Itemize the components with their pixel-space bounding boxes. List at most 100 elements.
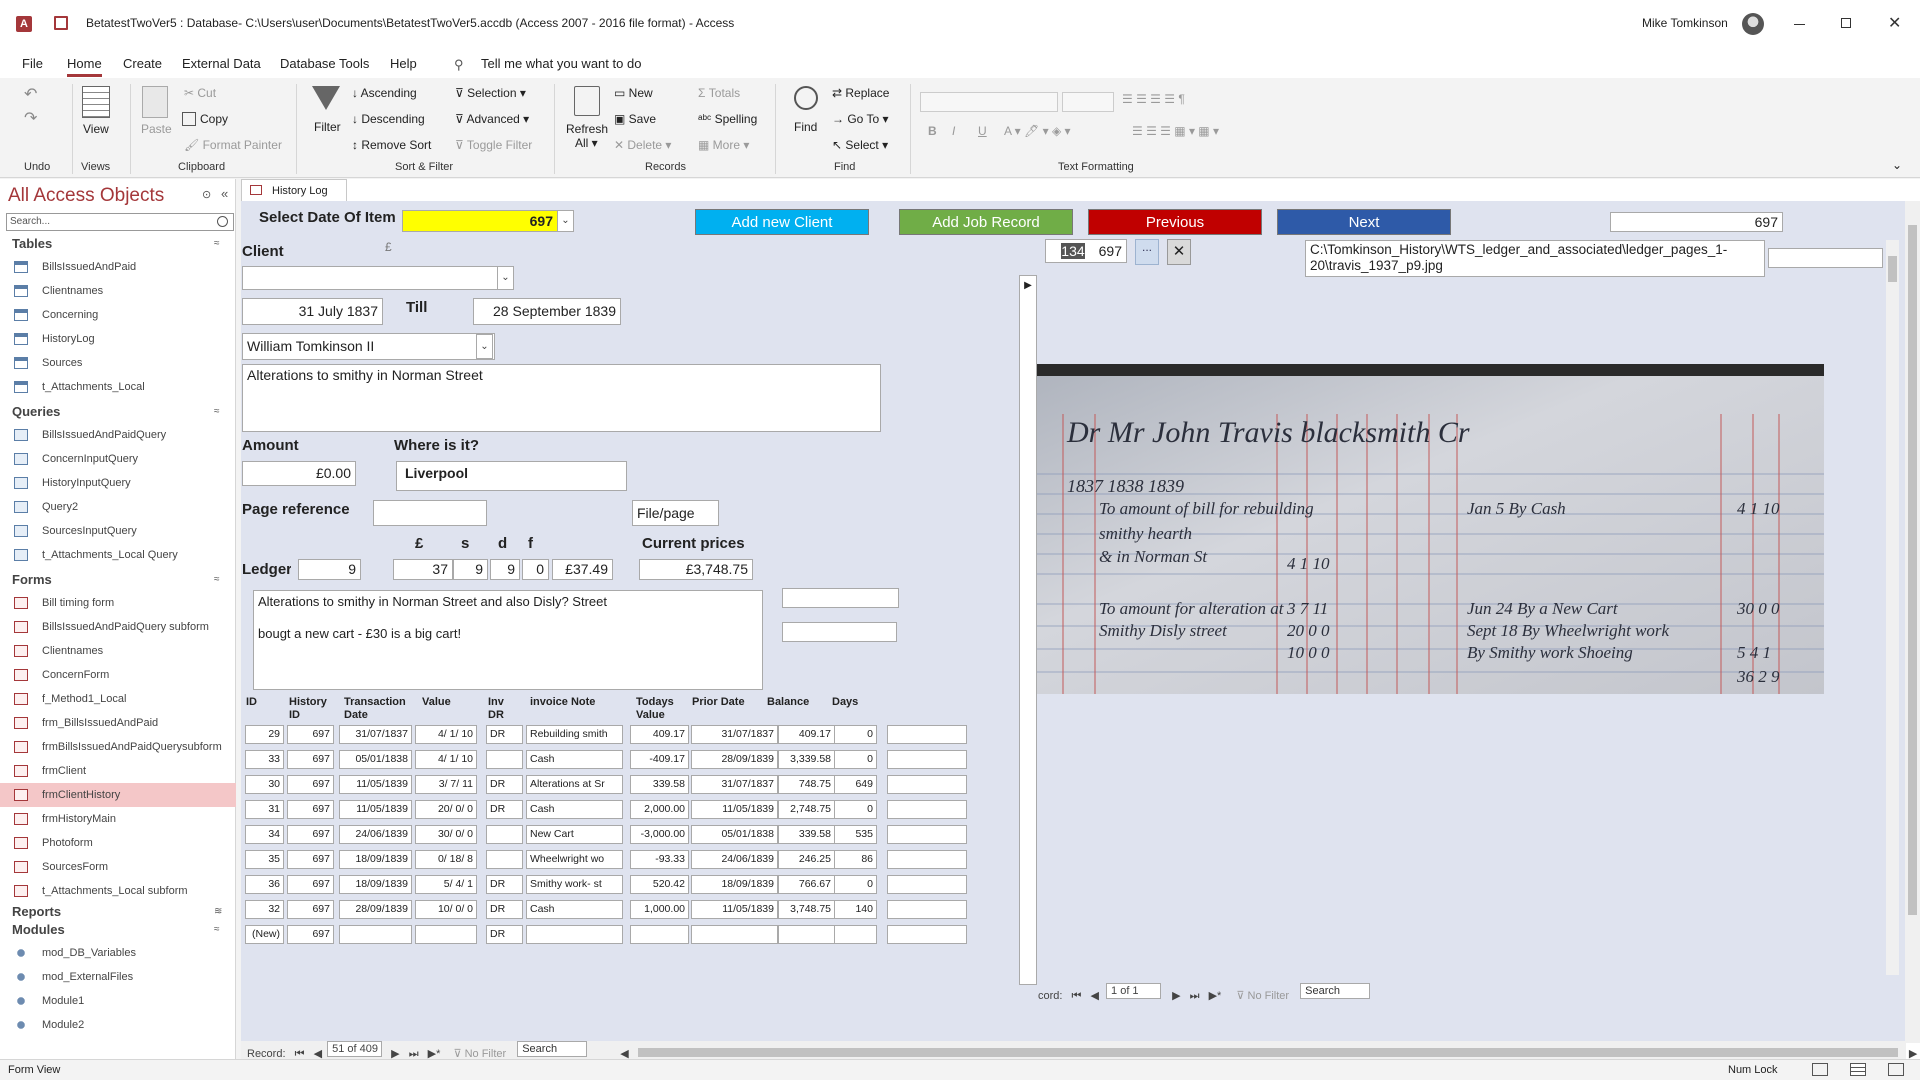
menu-database-tools[interactable]: Database Tools (280, 56, 369, 71)
table-cell[interactable] (486, 750, 523, 769)
table-cell[interactable]: 28/09/1839 (691, 750, 778, 769)
nav-item-forms[interactable]: frmBillsIssuedAndPaidQuerysubform (0, 735, 236, 759)
attachment-path-field[interactable]: C:\Tomkinson_History\WTS_ledger_and_asso… (1305, 240, 1765, 277)
underline-button[interactable]: U (978, 124, 987, 138)
table-cell[interactable]: New Cart (526, 825, 623, 844)
table-cell[interactable]: 409.17 (630, 725, 689, 744)
selection-button[interactable]: ⊽ Selection ▾ (455, 86, 526, 100)
font-size-select[interactable] (1062, 92, 1114, 112)
table-cell[interactable]: 24/06/1839 (691, 850, 778, 869)
user-name[interactable]: Mike Tomkinson (1642, 16, 1728, 30)
undo-icon[interactable]: ↶ (24, 84, 37, 104)
next-button[interactable]: Next (1277, 209, 1451, 235)
form-vertical-scrollbar[interactable] (1905, 201, 1920, 1043)
minimize-icon[interactable] (1794, 24, 1805, 25)
table-cell[interactable]: (New) (245, 925, 284, 944)
nav-section-toggle-icon[interactable]: ≈ (214, 924, 220, 935)
table-cell[interactable]: 28/09/1839 (339, 900, 412, 919)
table-cell[interactable]: 2,000.00 (630, 800, 689, 819)
table-cell[interactable]: 339.58 (778, 825, 835, 844)
table-cell[interactable]: 697 (287, 825, 334, 844)
table-cell[interactable]: 535 (834, 825, 877, 844)
subform-scrollbar[interactable] (1886, 240, 1899, 975)
nav-section-toggle-icon[interactable]: ≈ (214, 238, 220, 249)
table-cell[interactable] (486, 825, 523, 844)
nav-section-tables[interactable]: Tables (12, 236, 52, 251)
redo-icon[interactable]: ↷ (24, 108, 37, 128)
nav-item-forms[interactable]: frmHistoryMain (0, 807, 236, 831)
table-extra-cell[interactable] (887, 775, 967, 794)
avatar[interactable] (1742, 13, 1764, 35)
table-cell[interactable]: 11/05/1839 (339, 800, 412, 819)
subnav-position[interactable]: 1 of 1 (1106, 983, 1162, 999)
table-cell[interactable]: 4/ 1/ 10 (415, 750, 477, 769)
record-id-field[interactable]: 697 (1610, 212, 1783, 232)
table-cell[interactable]: 11/05/1839 (339, 775, 412, 794)
nav-collapse-icon[interactable]: « (221, 186, 228, 201)
ledger-number-field[interactable]: 9 (298, 559, 361, 580)
file-page-field[interactable]: File/page (632, 500, 719, 526)
bullets-icon[interactable]: ☰ ☰ ☰ ☰ ¶ (1122, 92, 1185, 106)
nav-item-modules[interactable]: Module2 (0, 1013, 236, 1037)
nav-item-queries[interactable]: HistoryInputQuery (0, 471, 236, 495)
nav-item-queries[interactable]: SourcesInputQuery (0, 519, 236, 543)
table-cell[interactable]: 697 (287, 925, 334, 944)
restore-icon[interactable] (1841, 18, 1851, 28)
client-dropdown-icon[interactable]: ⌄ (497, 266, 514, 290)
table-cell[interactable] (691, 925, 778, 944)
table-cell[interactable]: 0/ 18/ 8 (415, 850, 477, 869)
table-cell[interactable]: 748.75 (778, 775, 835, 794)
table-cell[interactable]: 0 (834, 750, 877, 769)
date-from-field[interactable]: 31 July 1837 (242, 298, 383, 325)
table-cell[interactable]: 0 (834, 875, 877, 894)
subnav-search[interactable]: Search (1300, 983, 1371, 999)
nav-section-reports[interactable]: Reports (12, 904, 61, 919)
menu-home[interactable]: Home (67, 56, 102, 77)
extra-field-1[interactable] (782, 588, 899, 608)
table-cell[interactable]: DR (486, 875, 523, 894)
table-cell[interactable]: -409.17 (630, 750, 689, 769)
toggle-filter-button[interactable]: ⊽ Toggle Filter (455, 138, 532, 152)
table-cell[interactable]: 34 (245, 825, 284, 844)
table-cell[interactable]: 31/07/1837 (691, 725, 778, 744)
nav-item-queries[interactable]: Query2 (0, 495, 236, 519)
menu-create[interactable]: Create (123, 56, 162, 71)
table-cell[interactable] (486, 850, 523, 869)
table-extra-cell[interactable] (887, 925, 967, 944)
nav-section-queries[interactable]: Queries (12, 404, 60, 419)
filter-icon[interactable] (312, 86, 340, 110)
browse-button[interactable]: ... (1135, 239, 1159, 265)
remove-attachment-icon[interactable]: ✕ (1167, 239, 1191, 265)
table-extra-cell[interactable] (887, 800, 967, 819)
prev-record-icon[interactable]: ◀ (1091, 990, 1099, 1002)
table-cell[interactable]: -3,000.00 (630, 825, 689, 844)
table-extra-cell[interactable] (887, 900, 967, 919)
attachment-extra-field[interactable] (1768, 248, 1883, 268)
table-extra-cell[interactable] (887, 875, 967, 894)
table-cell[interactable]: 05/01/1838 (691, 825, 778, 844)
nav-item-forms[interactable]: Clientnames (0, 639, 236, 663)
table-cell[interactable]: 11/05/1839 (691, 900, 778, 919)
find-button[interactable]: Find (794, 120, 817, 134)
save-icon[interactable] (54, 16, 68, 30)
new-record-icon[interactable]: ▶* (1209, 990, 1222, 1002)
nav-item-modules[interactable]: mod_ExternalFiles (0, 965, 236, 989)
table-cell[interactable]: 697 (287, 750, 334, 769)
ascending-button[interactable]: ↓ Ascending (352, 86, 417, 100)
advanced-button[interactable]: ⊽ Advanced ▾ (455, 112, 529, 126)
nav-search-input[interactable]: Search... (6, 213, 234, 231)
attachment-id-field[interactable]: 134 697 (1045, 239, 1127, 263)
nav-section-modules[interactable]: Modules (12, 922, 65, 937)
table-cell[interactable]: 649 (834, 775, 877, 794)
font-color-icon[interactable]: A ▾ 🖊 ▾ ◈ ▾ (1004, 124, 1071, 138)
filter-button[interactable]: Filter (314, 120, 341, 134)
subnav-no-filter[interactable]: No Filter (1248, 990, 1290, 1002)
table-cell[interactable]: 0 (834, 800, 877, 819)
last-record-icon[interactable]: ⏭ (1190, 990, 1200, 1002)
nav-item-forms[interactable]: frm_BillsIssuedAndPaid (0, 711, 236, 735)
form-view-icon[interactable] (1812, 1063, 1828, 1076)
nav-item-tables[interactable]: t_Attachments_Local (0, 375, 236, 399)
shillings-field[interactable]: 9 (453, 559, 488, 580)
table-cell[interactable]: 29 (245, 725, 284, 744)
more-button[interactable]: ▦ More ▾ (698, 138, 749, 152)
